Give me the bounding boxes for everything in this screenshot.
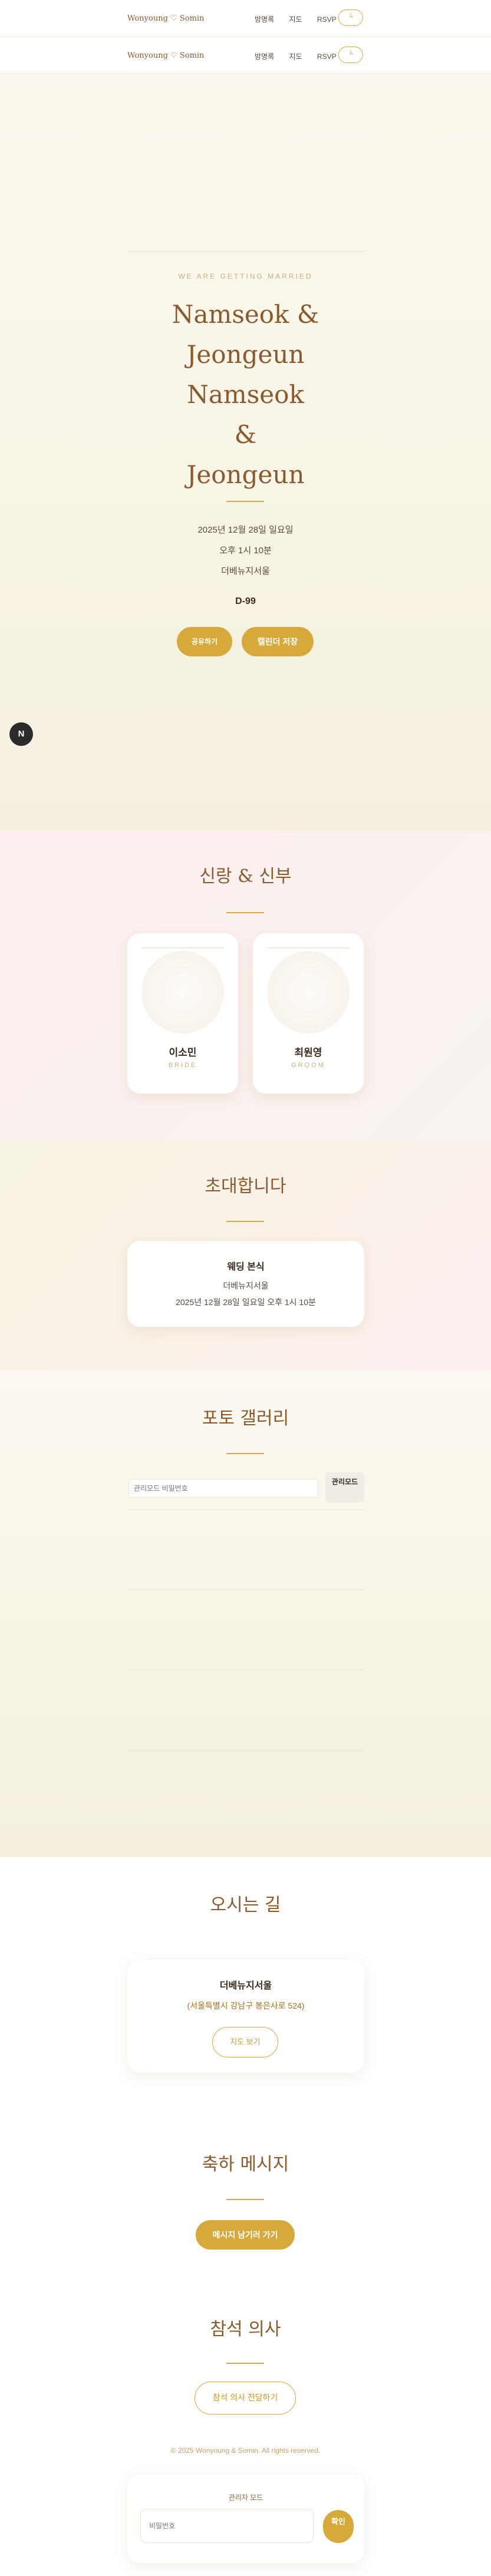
event-venue: 더베뉴지서울 [223,1281,269,1290]
groom-avatar [267,951,350,1033]
music-toggle-button[interactable]: └ [338,47,363,63]
nav-link-rsvp[interactable]: RSVP [317,15,337,24]
bride-role: BRIDE [168,1062,197,1069]
bride-avatar [141,951,224,1033]
nav-link-rsvp[interactable]: RSVP [317,52,337,61]
groom-name: 최원영 [294,1047,322,1058]
music-toggle-button[interactable]: └ [338,9,363,26]
leave-message-button[interactable]: 메시지 남기러 가기 [196,2220,295,2250]
card-divider [141,947,224,948]
gallery-password-input[interactable] [128,1479,318,1498]
groom-card: 최원영 GROOM [253,933,364,1094]
dday-counter: D-99 [235,596,256,606]
gallery-gold-line [226,1453,264,1454]
event-datetime: 2025년 12월 28일 일요일 오후 1시 10분 [176,1297,316,1307]
hero-divider [127,251,364,252]
event-card: 웨딩 본식 더베뉴지서울 2025년 12월 28일 일요일 오후 1시 10분 [127,1241,364,1327]
admin-mode-button[interactable]: 관리모드 [325,1472,364,1502]
hero-section: WE ARE GETTING MARRIED Namseok & Jeongeu… [0,74,491,831]
bride-card: 이소민 BRIDE [127,933,238,1094]
brand-logo[interactable]: Wonyoung ♡ Somin [127,14,204,23]
card-divider [267,947,350,948]
top-nav: Wonyoung ♡ Somin 방명록 지도 RSVP └ [0,0,491,37]
bride-name: 이소민 [169,1047,197,1058]
directions-title: 오시는 길 [210,1895,281,1916]
hero-gold-line [226,501,264,502]
hero-title-line: Namseok & [172,300,319,329]
rsvp-section: 참석 의사 참석 의사 전달하기 [0,2264,491,2429]
hero-venue: 더베뉴지서울 [221,566,270,576]
sticky-nav: Wonyoung ♡ Somin 방명록 지도 RSVP └ [0,37,491,74]
gallery-title: 포토 갤러리 [202,1408,289,1429]
hero-date: 2025년 12월 28일 일요일 [197,525,294,535]
guestbook-gold-line [226,2199,264,2200]
share-button[interactable]: 공유하기 [177,627,232,656]
gallery-row-divider [127,1750,364,1751]
rsvp-gold-line [226,2363,264,2364]
venue-name: 더베뉴지서울 [219,1981,272,1991]
nav-link-map[interactable]: 지도 [289,52,302,61]
gallery-section: 포토 갤러리 관리모드 [0,1370,491,1857]
brand-logo[interactable]: Wonyoung ♡ Somin [127,51,204,60]
event-title: 웨딩 본식 [227,1262,265,1272]
groom-role: GROOM [291,1062,325,1069]
venue-card: 더베뉴지서울 (서울특별시 강남구 봉은사로 524) 지도 보기 [127,1960,364,2073]
footer: © 2025 Wonyoung & Somin. All rights rese… [0,2429,491,2576]
floating-n-badge[interactable]: N [9,722,33,746]
hero-time: 오후 1시 10분 [219,546,272,556]
hero-title-line: & [234,420,257,449]
rsvp-submit-button[interactable]: 참석 의사 전달하기 [195,2382,296,2415]
admin-confirm-button[interactable]: 확인 [323,2510,354,2543]
copyright-text: © 2025 Wonyoung & Somin. All rights rese… [170,2446,321,2455]
hero-title-line: Namseok [187,380,304,409]
nav-link-guestbook[interactable]: 방명록 [255,52,274,61]
couple-gold-line [226,912,264,913]
calendar-save-button[interactable]: 캘린더 저장 [242,627,314,656]
hero-title-line: Jeongeun [186,460,305,489]
hero-title-line: Jeongeun [186,340,305,369]
admin-password-input[interactable] [140,2509,314,2543]
directions-section: 오시는 길 더베뉴지서울 (서울특별시 강남구 봉은사로 524) 지도 보기 [0,1857,491,2107]
view-map-button[interactable]: 지도 보기 [212,2027,278,2058]
guestbook-title: 축하 메시지 [202,2154,289,2175]
venue-address: (서울특별시 강남구 봉은사로 524) [187,2001,305,2010]
nav-links: 방명록 지도 RSVP [255,14,350,24]
nav-links: 방명록 지도 RSVP [255,51,350,61]
invitation-gold-line [226,1221,264,1222]
hero-tagline: WE ARE GETTING MARRIED [178,272,313,280]
hero-title: Namseok & Jeongeun Namseok & Jeongeun [0,295,491,495]
guestbook-section: 축하 메시지 메시지 남기러 가기 [0,2107,491,2264]
admin-login-title: 관리자 모드 [228,2494,263,2502]
couple-section: 신랑 & 신부 이소민 BRIDE 최원영 GROOM [0,831,491,1141]
nav-link-map[interactable]: 지도 [289,15,302,24]
nav-link-guestbook[interactable]: 방명록 [255,15,274,24]
couple-title: 신랑 & 신부 [199,866,292,887]
rsvp-title: 참석 의사 [210,2319,281,2340]
invitation-title: 초대합니다 [205,1176,286,1197]
admin-login-card: 관리자 모드 확인 [127,2475,364,2563]
invitation-section: 초대합니다 웨딩 본식 더베뉴지서울 2025년 12월 28일 일요일 오후 … [0,1141,491,1370]
